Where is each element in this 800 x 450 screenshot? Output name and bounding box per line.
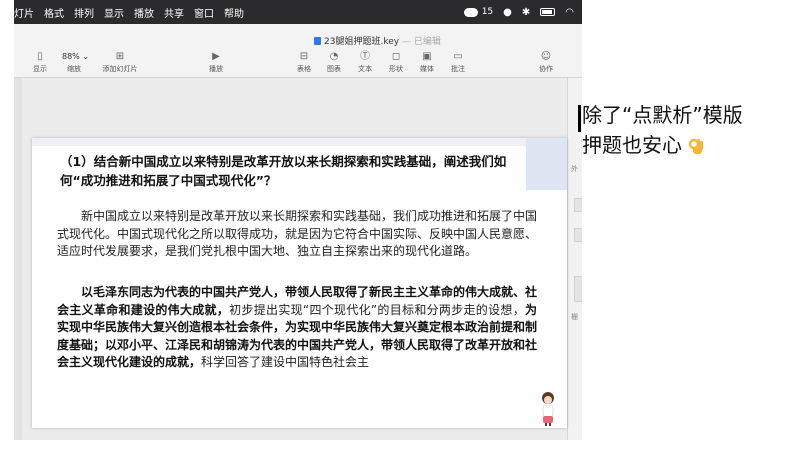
window-titlebar: 23腿姐押题班.key — 已编辑 bbox=[14, 24, 582, 50]
zoom-label: 缩放 bbox=[67, 65, 81, 73]
collaborate-icon: ☺ bbox=[540, 51, 552, 62]
slide-corner-decoration bbox=[526, 138, 567, 190]
slide-paragraph-1[interactable]: 新中国成立以来特别是改革开放以来长期探索和实践基础，我们成功推进和拓展了中国式现… bbox=[57, 208, 537, 261]
keynote-screen: 灯片 格式 排列 显示 播放 共享 窗口 帮助 15 ● ✱ ◠ 23腿姐押题班… bbox=[14, 0, 582, 440]
status-area: 15 ● ✱ ◠ bbox=[463, 0, 574, 24]
caption-line-1: 除了“点默析”模版 bbox=[582, 103, 743, 127]
slide-question-text[interactable]: （1）结合新中国成立以来特别是改革开放以来长期探索和实践基础，阐述我们如何“成功… bbox=[60, 152, 530, 190]
comment-button[interactable]: ▭ 批注 bbox=[438, 50, 478, 74]
caption-line-2: 押题也安心 bbox=[582, 133, 682, 157]
add-slide-icon: ⊞ bbox=[115, 51, 125, 62]
play-button[interactable]: ▶ 播放 bbox=[196, 50, 236, 74]
caption-line-2-wrap: 押题也安心 bbox=[582, 130, 798, 160]
wechat-icon bbox=[463, 7, 478, 17]
menu-slide[interactable]: 灯片 bbox=[14, 5, 34, 20]
bluetooth-icon[interactable]: ✱ bbox=[522, 7, 530, 18]
wechat-status[interactable]: 15 bbox=[463, 7, 494, 17]
slide-canvas[interactable]: （1）结合新中国成立以来特别是改革开放以来长期探索和实践基础，阐述我们如何“成功… bbox=[32, 138, 567, 428]
slide-paragraph-2[interactable]: 以毛泽东同志为代表的中国共产党人，带领人民取得了新民主主义革命的伟大成就、社会主… bbox=[57, 284, 537, 372]
wifi-icon[interactable]: ◠ bbox=[565, 7, 574, 18]
cartoon-girl-sticker bbox=[542, 392, 554, 426]
ok-hand-icon bbox=[689, 138, 704, 154]
format-panel[interactable]: 外 栅 bbox=[567, 78, 582, 440]
normal-text-2: 科学回答了建设中国特色社会主 bbox=[201, 355, 370, 369]
format-panel-field[interactable] bbox=[574, 276, 582, 302]
slide-navigator-strip[interactable] bbox=[14, 78, 22, 440]
edited-status: — 已编辑 bbox=[401, 37, 441, 47]
menu-format[interactable]: 格式 bbox=[44, 5, 64, 20]
qq-icon[interactable]: ● bbox=[503, 7, 512, 18]
caption-cursor-bar bbox=[578, 105, 581, 132]
toolbar: ▯ 显示 88% ⌄ 缩放 ⊞ 添加幻灯片 ▶ 播放 ⊟ 表格 ◔ 图表 Ⓣ 文… bbox=[14, 50, 582, 78]
play-icon: ▶ bbox=[212, 51, 220, 62]
document-filename: 23腿姐押题班.key bbox=[324, 37, 400, 47]
battery-icon[interactable] bbox=[540, 8, 556, 16]
menu-view[interactable]: 显示 bbox=[104, 5, 124, 20]
window-title: 23腿姐押题班.key — 已编辑 bbox=[314, 34, 441, 47]
format-panel-field[interactable] bbox=[574, 228, 582, 242]
menu-arrange[interactable]: 排列 bbox=[74, 5, 94, 20]
add-slide-button[interactable]: ⊞ 添加幻灯片 bbox=[98, 50, 142, 74]
normal-text-1: 初步提出实现“四个现代化”的目标和分两步走的设想， bbox=[229, 302, 525, 317]
format-panel-label: 外 bbox=[571, 165, 578, 173]
menu-play[interactable]: 播放 bbox=[134, 5, 154, 20]
caption-text: 除了“点默析”模版 押题也安心 bbox=[582, 100, 798, 160]
comment-icon: ▭ bbox=[453, 51, 463, 62]
slide-top-band bbox=[32, 138, 567, 146]
zoom-select[interactable]: 88% ⌄ bbox=[62, 52, 89, 61]
wechat-count: 15 bbox=[481, 7, 494, 17]
menu-help[interactable]: 帮助 bbox=[224, 5, 244, 20]
keynote-doc-icon bbox=[314, 37, 321, 45]
menu-share[interactable]: 共享 bbox=[164, 5, 184, 20]
menu-window[interactable]: 窗口 bbox=[194, 5, 214, 20]
chevron-down-icon: ⌄ bbox=[82, 52, 90, 61]
format-panel-label: 栅 bbox=[571, 313, 578, 321]
sidebar-icon: ▯ bbox=[37, 51, 43, 62]
menu-bar: 灯片 格式 排列 显示 播放 共享 窗口 帮助 15 ● ✱ ◠ bbox=[14, 0, 582, 24]
format-panel-field[interactable] bbox=[574, 198, 582, 212]
collaborate-button[interactable]: ☺ 协作 bbox=[526, 50, 566, 74]
